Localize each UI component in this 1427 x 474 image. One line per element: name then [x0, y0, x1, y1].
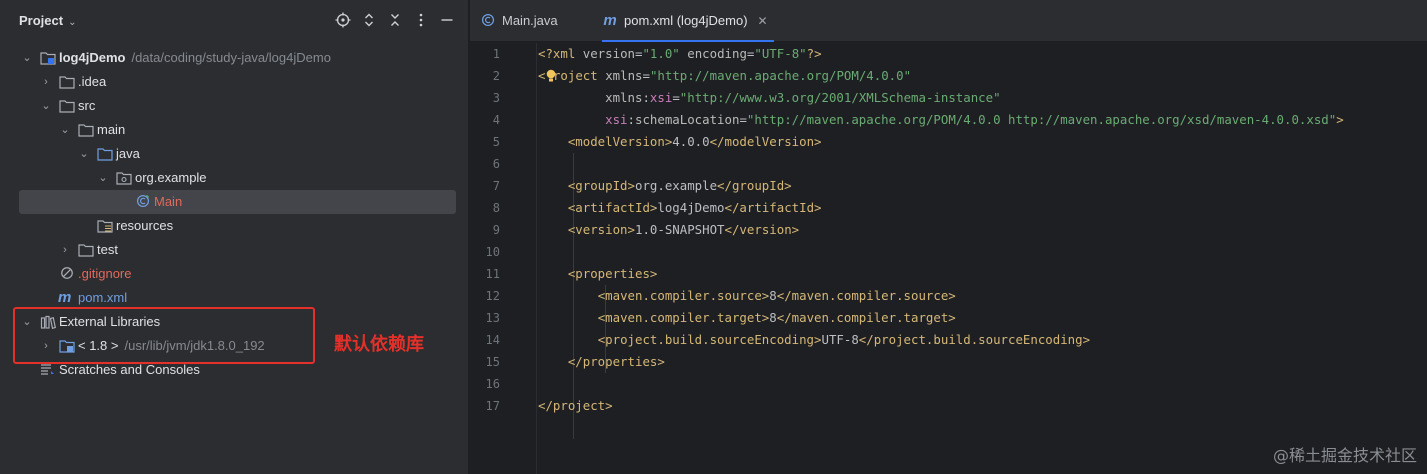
project-name: log4jDemo — [59, 50, 126, 65]
tree-item-label: .idea — [78, 74, 107, 89]
gutter-divider — [536, 43, 537, 474]
tree-item-org-example[interactable]: ⌄ org.example — [0, 166, 469, 190]
code-line: <groupId>org.example</groupId> — [567, 178, 792, 193]
close-icon[interactable]: ✕ — [758, 14, 768, 28]
ignore-file-icon — [61, 267, 73, 279]
tree-item-label: org.example — [135, 170, 207, 185]
tree-item-java[interactable]: ⌄ java — [0, 142, 469, 166]
tree-item-src[interactable]: ⌄ src — [0, 94, 469, 118]
chevron-down-icon: ⌄ — [68, 17, 77, 28]
watermark: @稀土掘金技术社区 — [1272, 446, 1417, 465]
resources-folder-icon — [97, 220, 113, 233]
line-number: 15 — [485, 355, 500, 369]
line-number: 9 — [492, 223, 500, 237]
line-number: 5 — [492, 135, 500, 149]
editor-tabs: Main.java m pom.xml (log4jDemo) ✕ — [470, 0, 1427, 42]
tree-item-label: src — [78, 98, 96, 113]
hide-panel-icon[interactable] — [438, 12, 456, 30]
tree-item-label: test — [97, 242, 118, 257]
code-line: <maven.compiler.source>8</maven.compiler… — [597, 288, 956, 303]
tab-label: pom.xml (log4jDemo) — [624, 13, 748, 28]
line-number: 17 — [485, 399, 500, 413]
project-view-selector[interactable]: Project ⌄ — [19, 13, 76, 28]
folder-icon — [59, 100, 75, 113]
line-number: 7 — [492, 179, 500, 193]
tree-item-label: java — [116, 146, 140, 161]
line-number: 3 — [492, 91, 500, 105]
code-line: <project.build.sourceEncoding>UTF-8</pro… — [597, 332, 1091, 347]
tab-pom-xml[interactable]: m pom.xml (log4jDemo) ✕ — [602, 0, 774, 42]
tree-item-label: .gitignore — [78, 266, 132, 281]
locate-icon[interactable] — [334, 12, 352, 30]
code-line: </project> — [538, 398, 613, 413]
tree-item-main-class[interactable]: Main — [0, 190, 469, 214]
more-options-icon[interactable] — [412, 12, 430, 30]
tab-label: Main.java — [502, 13, 558, 28]
maven-file-icon: m — [603, 12, 617, 29]
java-class-icon — [136, 194, 150, 208]
tree-item-resources[interactable]: resources — [0, 214, 469, 238]
selection-highlight — [19, 190, 456, 214]
active-tab-indicator — [602, 40, 774, 42]
code-line: <maven.compiler.target>8</maven.compiler… — [597, 310, 956, 325]
tree-item-log4jdemo[interactable]: ⌄ log4jDemo/data/coding/study-java/log4j… — [0, 46, 469, 70]
code-editor[interactable]: 1 2 3 4 5 6 7 8 9 10 11 12 13 14 15 16 17 <?xml version=… — [470, 43, 1427, 474]
code-line: <artifactId>log4jDemo</artifactId> — [567, 200, 822, 215]
tree-item-label: main — [97, 122, 126, 137]
package-icon — [116, 172, 132, 185]
code-line: </properties> — [567, 354, 665, 369]
project-panel-header: Project ⌄ — [0, 0, 469, 42]
java-class-icon — [480, 0, 496, 42]
project-panel-title: Project — [19, 13, 64, 28]
line-number: 16 — [485, 377, 500, 391]
line-number-gutter: 1 2 3 4 5 6 7 8 9 10 11 12 13 14 15 16 17 — [470, 43, 536, 474]
chevron-down-icon[interactable]: ⌄ — [40, 94, 52, 118]
expand-all-icon[interactable] — [360, 12, 378, 30]
tree-item-gitignore[interactable]: .gitignore — [0, 262, 469, 286]
source-folder-icon — [97, 148, 113, 161]
code-line: <properties> — [567, 266, 658, 281]
folder-icon — [59, 76, 75, 89]
chevron-right-icon[interactable]: › — [40, 70, 52, 94]
chevron-down-icon[interactable]: ⌄ — [59, 118, 71, 142]
line-number: 12 — [485, 289, 500, 303]
code-line: xsi:schemaLocation="http://maven.apache.… — [605, 112, 1344, 127]
project-path: /data/coding/study-java/log4jDemo — [131, 50, 331, 65]
line-number: 4 — [492, 113, 500, 127]
code-line: < roject xmlns="http://maven.apache.org/P… — [538, 68, 912, 83]
chevron-down-icon[interactable]: ⌄ — [21, 46, 33, 70]
code-line: <version>1.0-SNAPSHOT</version> — [567, 222, 800, 237]
tree-item-label: resources — [116, 218, 174, 233]
line-number: 8 — [492, 201, 500, 215]
annotation-text: 默认依赖库 — [334, 334, 424, 355]
line-number: 6 — [492, 157, 500, 171]
collapse-all-icon[interactable] — [386, 12, 404, 30]
chevron-down-icon[interactable]: ⌄ — [97, 166, 109, 190]
chevron-right-icon[interactable]: › — [59, 238, 71, 262]
tab-main-java[interactable]: Main.java — [480, 0, 558, 42]
tree-item-label: log4jDemo/data/coding/study-java/log4jDe… — [59, 46, 331, 70]
line-number: 2 — [492, 69, 500, 83]
scratches-icon — [41, 364, 54, 375]
tree-item-idea[interactable]: › .idea — [0, 70, 469, 94]
chevron-down-icon[interactable]: ⌄ — [78, 142, 90, 166]
line-number: 10 — [485, 245, 500, 259]
project-panel: Project ⌄ ⌄ log4jDemo/data/coding/study-j… — [0, 0, 469, 474]
folder-icon — [78, 244, 94, 257]
module-folder-icon — [40, 52, 56, 65]
code-line: xmlns:xsi="http://www.w3.org/2001/XMLSch… — [605, 90, 1001, 105]
line-number: 13 — [485, 311, 500, 325]
annotation-highlight-box — [13, 307, 315, 364]
code-line: <modelVersion>4.0.0</modelVersion> — [567, 134, 822, 149]
tree-item-main-folder[interactable]: ⌄ main — [0, 118, 469, 142]
line-number: 14 — [485, 333, 500, 347]
tree-item-label: Main — [154, 194, 183, 209]
tree-item-test[interactable]: › test — [0, 238, 469, 262]
code-line: <?xml version="1.0" encoding="UTF-8"?> — [538, 46, 822, 61]
line-number: 1 — [492, 47, 500, 61]
folder-icon — [78, 124, 94, 137]
line-number: 11 — [485, 267, 500, 281]
